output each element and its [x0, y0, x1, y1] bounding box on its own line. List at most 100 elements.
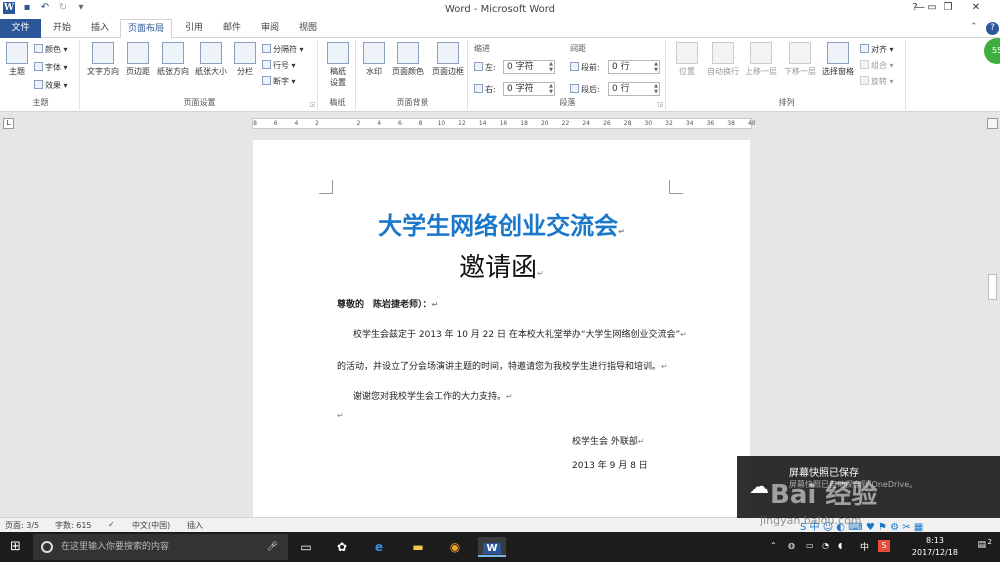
tab-review[interactable]: 审阅 [254, 19, 286, 38]
tab-references[interactable]: 引用 [178, 19, 210, 38]
send-backward-button[interactable]: 下移一层 [780, 42, 820, 77]
edge-browser-icon[interactable]: e [369, 537, 389, 557]
tray-expand-icon[interactable]: ⌃ [770, 541, 777, 550]
file-explorer-icon[interactable]: ▬ [408, 537, 428, 557]
indent-right-input[interactable]: 0 字符 ▲ ▼ [503, 82, 555, 96]
tab-mailings[interactable]: 邮件 [216, 19, 248, 38]
paragraph-group: 缩进 左: 0 字符 ▲ ▼ 右: 0 字符 ▲ ▼ 间距 段前: 0 行 ▲ ▼ 段后: … [470, 40, 666, 110]
page-border-button[interactable]: 页面边框 [428, 42, 468, 77]
indent-right-spinner[interactable]: ▲ ▼ [549, 83, 553, 95]
page-color-icon [397, 42, 419, 64]
columns-button[interactable]: 分栏 [232, 42, 258, 77]
greeting-line[interactable]: 尊敬的 陈岩捷老师）：↵ [337, 297, 438, 310]
text-direction-button[interactable]: 文字方向 [84, 42, 122, 77]
tray-battery-icon[interactable]: ▭ [806, 541, 814, 550]
proofing-icon[interactable]: ✓ [108, 520, 115, 529]
tray-ime-indicator[interactable]: 中 [860, 540, 869, 553]
spacing-after-spinner[interactable]: ▲ ▼ [654, 83, 658, 95]
size-button[interactable]: 纸张大小 [192, 42, 230, 77]
tab-file[interactable]: 文件 [0, 19, 41, 38]
horizontal-ruler[interactable]: 8 6 4 2 2 4 6 8 10 12 14 16 18 20 22 24 26 28 30 32 34 36 38 40 [252, 118, 756, 129]
hyphenation-button[interactable]: 断字 ▾ [262, 76, 296, 87]
app-globe-icon[interactable]: ◉ [445, 537, 465, 557]
bring-forward-button[interactable]: 上移一层 [742, 42, 780, 77]
status-word-count[interactable]: 字数: 615 [55, 520, 92, 531]
ruler-tick-label: 18 [520, 120, 528, 127]
rotate-icon [860, 76, 869, 85]
tab-selector-icon[interactable]: L [3, 118, 14, 129]
status-language[interactable]: 中文(中国) [132, 520, 170, 531]
paragraph-launcher-icon[interactable]: ◲ [657, 101, 663, 108]
spacing-after-label: 段后: [570, 84, 600, 95]
task-view-icon[interactable]: ▭ [296, 537, 316, 557]
effects-button[interactable]: 效果 ▾ [34, 80, 68, 91]
ruler-tick-label: 30 [644, 120, 653, 127]
tray-network-icon[interactable]: ◔ [822, 541, 829, 550]
taskbar: ⊞ 在这里输入你要搜索的内容 🎤︎ ▭ ✿ e ▬ ◉ W ⌃ ◍ ▭ ◔ ◖ … [0, 532, 1000, 562]
windows-start-icon[interactable]: ⊞ [10, 540, 21, 553]
tray-app-icon[interactable]: ◍ [788, 541, 795, 550]
indent-left-spinner[interactable]: ▲ ▼ [549, 61, 553, 73]
rotate-button[interactable]: 旋转 ▾ [860, 76, 894, 87]
ruler-bar: L 8 6 4 2 2 4 6 8 10 12 14 16 18 20 22 24 26 28 30 32 34 36 38… [0, 115, 1000, 132]
fonts-icon [34, 62, 43, 71]
scrollbar-thumb[interactable] [988, 274, 997, 300]
arrange-group: 位置 自动换行 上移一层 下移一层 选择窗格 对齐 ▾ 组合 ▾ 旋转 ▾ 排列 [668, 40, 906, 110]
spacing-label: 间距 [570, 44, 586, 53]
draft-paper-group-label: 稿纸 [329, 98, 346, 107]
body-line-1[interactable]: 校学生会兹定于 2013 年 10 月 22 日 在本校大礼堂举办“大学生网络创… [353, 327, 687, 340]
colors-button[interactable]: 颜色 ▾ [34, 44, 68, 55]
status-insert-mode[interactable]: 插入 [187, 520, 203, 531]
body-line-3[interactable]: 谢谢您对我校学生会工作的大力支持。↵ [353, 389, 513, 402]
fonts-button[interactable]: 字体 ▾ [34, 62, 68, 73]
tab-insert[interactable]: 插入 [84, 19, 116, 38]
document-subtitle[interactable]: 邀请函↵ [253, 247, 750, 284]
microphone-icon[interactable]: 🎤︎ [267, 534, 278, 560]
tab-page-layout[interactable]: 页面布局 [120, 19, 172, 39]
empty-line[interactable]: ↵ [337, 411, 344, 421]
spacing-before-input[interactable]: 0 行 ▲ ▼ [608, 60, 660, 74]
minimize-ribbon-icon[interactable]: ⌃ [970, 22, 978, 32]
action-center-icon[interactable]: ▤ [977, 540, 986, 550]
orientation-button[interactable]: 纸张方向 [154, 42, 192, 77]
tab-home[interactable]: 开始 [46, 19, 78, 38]
tray-sogou-icon[interactable]: S [878, 540, 890, 552]
breaks-button[interactable]: 分隔符 ▾ [262, 44, 304, 55]
taskbar-search-box[interactable]: 在这里输入你要搜索的内容 🎤︎ [33, 534, 288, 560]
document-page[interactable]: 大学生网络创业交流会↵ 邀请函↵ 尊敬的 陈岩捷老师）：↵ 校学生会兹定于 20… [253, 140, 750, 520]
taskbar-clock[interactable]: 8:13 2017/12/18 [912, 535, 958, 559]
group-button[interactable]: 组合 ▾ [860, 60, 894, 71]
line-numbers-button[interactable]: 行号 ▾ [262, 60, 296, 71]
indent-left-input[interactable]: 0 字符 ▲ ▼ [503, 60, 555, 74]
word-taskbar-icon[interactable]: W [478, 537, 506, 557]
page-setup-launcher-icon[interactable]: ◲ [309, 101, 315, 108]
minimize-button[interactable]: — [910, 2, 930, 16]
app-pinwheel-icon[interactable]: ✿ [332, 537, 352, 557]
close-button[interactable]: ✕ [966, 2, 986, 16]
tab-view[interactable]: 视图 [292, 19, 324, 38]
ruler-tick-label: 2 [315, 120, 319, 127]
status-page[interactable]: 页面: 3/5 [5, 520, 39, 531]
align-button[interactable]: 对齐 ▾ [860, 44, 894, 55]
page-color-button[interactable]: 页面颜色 [388, 42, 428, 77]
draft-paper-button[interactable]: 稿纸 设置 [322, 42, 354, 88]
wrap-text-button[interactable]: 自动换行 [704, 42, 742, 77]
tray-volume-icon[interactable]: ◖ [838, 541, 842, 550]
spacing-before-spinner[interactable]: ▲ ▼ [654, 61, 658, 73]
document-title[interactable]: 大学生网络创业交流会↵ [253, 206, 750, 241]
signature-line[interactable]: 校学生会 外联部↵ [572, 434, 645, 447]
baidu-watermark: Bai 经验 [770, 480, 878, 510]
watermark-button[interactable]: 水印 [360, 42, 388, 77]
theme-button[interactable]: 主题 [4, 42, 30, 77]
body-line-2[interactable]: 的活动，并设立了分会场演讲主题的时间，特邀请您为我校学生进行指导和培训。↵ [337, 359, 668, 372]
paragraph-mark-icon: ↵ [337, 411, 344, 420]
help-circle-icon[interactable]: ? [986, 22, 999, 35]
watermark-icon [363, 42, 385, 64]
selection-pane-button[interactable]: 选择窗格 [820, 42, 856, 77]
position-button[interactable]: 位置 [670, 42, 704, 77]
date-line[interactable]: 2013 年 9 月 8 日 [572, 458, 648, 471]
margins-button[interactable]: 页边距 [122, 42, 154, 77]
spacing-after-input[interactable]: 0 行 ▲ ▼ [608, 82, 660, 96]
restore-button[interactable]: ❐ [938, 2, 958, 16]
ruler-toggle-icon[interactable] [987, 118, 998, 129]
